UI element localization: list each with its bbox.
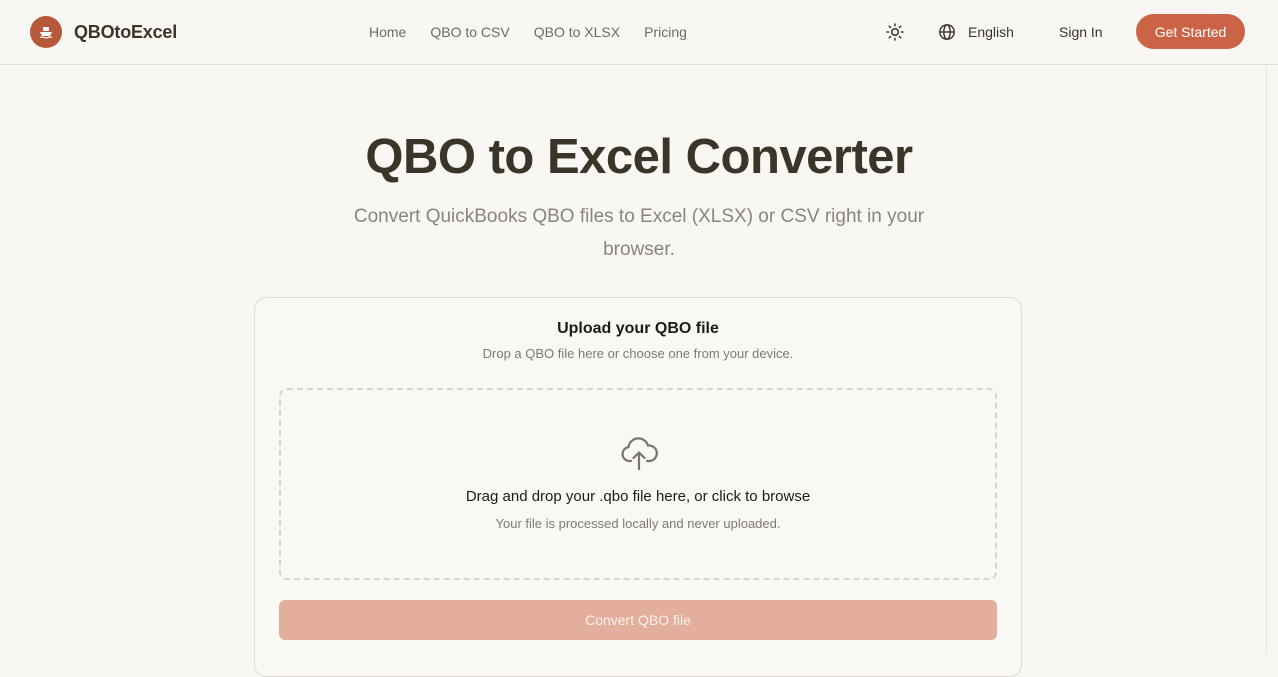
main-nav: Home QBO to CSV QBO to XLSX Pricing [369,23,687,41]
language-label: English [968,24,1014,40]
nav-item-pricing[interactable]: Pricing [644,23,687,41]
brand-name: QBOtoExcel [74,21,178,42]
dropzone-instructions: Drag and drop your .qbo file here, or cl… [465,488,811,505]
page-subtitle: Convert QuickBooks QBO files to Excel (X… [353,206,925,260]
sign-in-link[interactable]: Sign In [1059,23,1103,41]
brand-logo[interactable]: QBOtoExcel [30,16,177,48]
nav-item-qbo-to-xlsx[interactable]: QBO to XLSX [534,23,620,41]
upload-card: Upload your QBO file Drop a QBO file her… [254,297,1022,677]
logo-ship-icon [30,16,62,48]
upload-card-title: Upload your QBO file [557,320,719,337]
get-started-button[interactable]: Get Started [1136,14,1245,49]
theme-toggle-button[interactable] [882,19,908,45]
file-dropzone[interactable]: Drag and drop your .qbo file here, or cl… [279,388,997,580]
upload-card-description: Drop a QBO file here or choose one from … [482,346,794,361]
page-title: QBO to Excel Converter [365,130,913,184]
site-header: QBOtoExcel Home QBO to CSV QBO to XLSX P… [0,0,1278,65]
sun-icon [886,23,904,41]
convert-button[interactable]: Convert QBO file [279,600,997,640]
globe-icon [939,24,955,40]
nav-item-home[interactable]: Home [369,23,406,41]
cloud-upload-icon [621,437,658,471]
nav-item-qbo-to-csv[interactable]: QBO to CSV [430,23,509,41]
dropzone-privacy-note: Your file is processed locally and never… [495,516,781,531]
language-selector[interactable]: English [938,20,1014,44]
